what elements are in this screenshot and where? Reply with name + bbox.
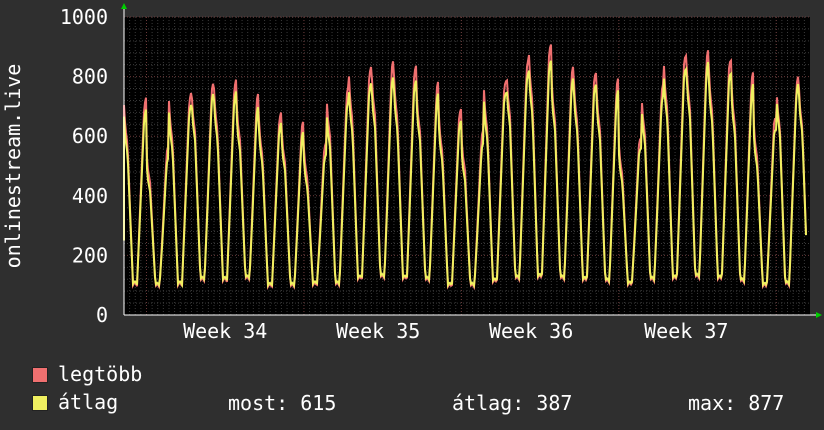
- y-tick-label: 0: [96, 303, 108, 327]
- stat-now: most: 615: [228, 391, 337, 415]
- legend-label-max: legtöbb: [58, 362, 143, 386]
- stat-max: max: 877: [688, 391, 785, 415]
- x-tick-label: Week 37: [644, 319, 728, 343]
- y-tick-label: 1000: [60, 5, 108, 29]
- line-chart: 0 200 400 600 800 1000 Week 34 Week 35 Week 36 We…: [1, 3, 822, 343]
- y-axis-arrow: [121, 3, 127, 9]
- y-tick-label: 200: [72, 243, 108, 267]
- x-axis-arrow: [816, 312, 822, 318]
- x-tick-label: Week 34: [183, 319, 267, 343]
- y-tick-label: 600: [72, 124, 108, 148]
- legend-swatch-avg: [32, 395, 48, 411]
- y-tick-label: 800: [72, 65, 108, 89]
- x-tick-label: Week 36: [489, 319, 573, 343]
- stat-average: átlag: 387: [452, 391, 573, 415]
- y-tick-label: 400: [72, 184, 108, 208]
- x-tick-label: Week 35: [336, 319, 420, 343]
- legend-swatch-max: [32, 367, 48, 383]
- legend-label-avg: átlag: [58, 390, 119, 414]
- y-axis-label: onlinestream.live: [1, 64, 25, 269]
